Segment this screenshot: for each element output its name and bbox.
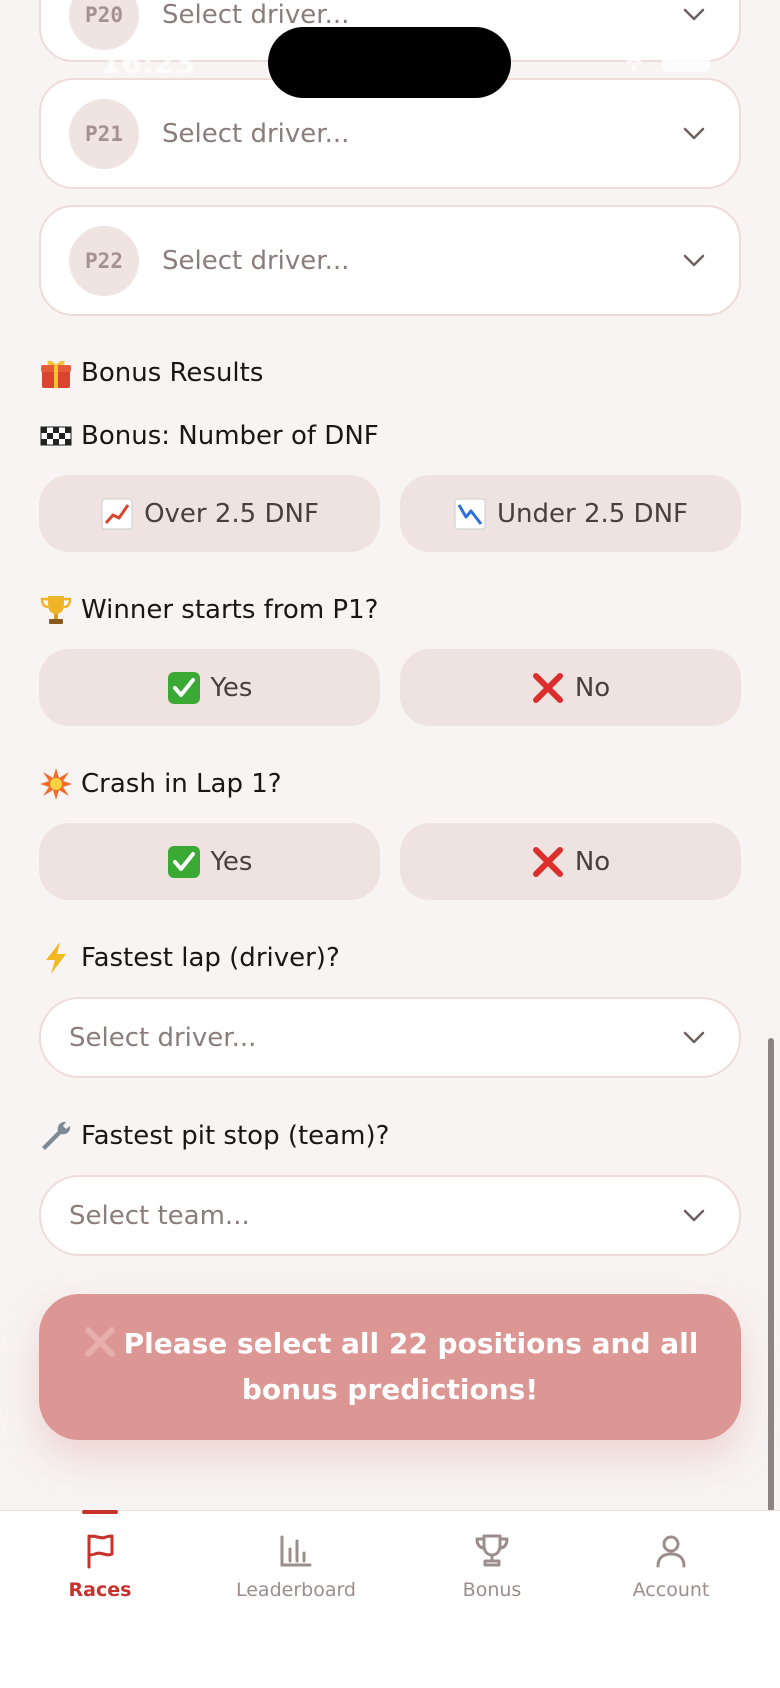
under-dnf-label: Under 2.5 DNF [496, 498, 688, 529]
winner-p1-yes-button[interactable]: Yes [39, 649, 380, 726]
position-row-p21[interactable]: P21 Select driver... [39, 78, 741, 189]
fastest-lap-driver-select[interactable]: Select driver... [39, 997, 741, 1078]
tab-bonus[interactable]: Bonus [412, 1531, 572, 1601]
checkered-flag-icon [39, 419, 73, 453]
fastest-lap-question: Fastest lap (driver)? [39, 941, 340, 975]
bonus-results-heading: Bonus Results [39, 356, 263, 390]
tab-label: Account [632, 1579, 710, 1601]
dnf-question-label: Bonus: Number of DNF [81, 421, 379, 451]
tab-label: Bonus [462, 1579, 522, 1601]
crash-lap1-question: Crash in Lap 1? [39, 767, 282, 801]
bonus-results-title: Bonus Results [81, 358, 264, 388]
fastest-pit-team-select[interactable]: Select team... [39, 1175, 741, 1256]
bar-chart-icon [280, 1535, 312, 1567]
person-icon [656, 1535, 686, 1568]
flag-icon [87, 1534, 114, 1569]
tab-bar: Races Leaderboard Bonus Account [0, 1510, 780, 1688]
yes-label: Yes [210, 846, 253, 877]
winner-p1-question: Winner starts from P1? [39, 593, 378, 627]
driver-select[interactable]: Select driver... [162, 119, 683, 149]
chart-increasing-icon [100, 497, 134, 531]
crash-lap1-no-button[interactable]: No [400, 823, 741, 900]
no-label: No [574, 846, 611, 877]
fastest-pit-question: Fastest pit stop (team)? [39, 1119, 389, 1153]
fastest-pit-label: Fastest pit stop (team)? [81, 1121, 390, 1151]
chevron-down-icon [683, 127, 705, 139]
position-badge: P20 [69, 0, 139, 50]
chevron-down-icon [683, 254, 705, 266]
check-mark-icon [167, 671, 201, 705]
trophy-emoji-icon [39, 593, 73, 627]
submit-predictions-button[interactable]: Please select all 22 positions and all b… [39, 1294, 741, 1440]
tab-label: Races [68, 1579, 132, 1601]
over-dnf-label: Over 2.5 DNF [144, 498, 319, 529]
chevron-down-icon [683, 1031, 705, 1043]
check-mark-icon [167, 845, 201, 879]
winner-p1-label: Winner starts from P1? [81, 595, 379, 625]
crash-lap1-yes-button[interactable]: Yes [39, 823, 380, 900]
under-dnf-button[interactable]: Under 2.5 DNF [400, 475, 741, 552]
tab-account[interactable]: Account [591, 1531, 751, 1601]
crash-lap1-label: Crash in Lap 1? [81, 769, 282, 799]
lightning-icon [39, 941, 73, 975]
position-badge: P22 [69, 225, 139, 296]
fastest-lap-label: Fastest lap (driver)? [81, 943, 340, 973]
position-row-p20[interactable]: P20 Select driver... [39, 0, 741, 62]
yes-label: Yes [210, 672, 253, 703]
submit-error-message: Please select all 22 positions and all b… [123, 1327, 699, 1406]
winner-p1-no-button[interactable]: No [400, 649, 741, 726]
cross-mark-icon [531, 671, 565, 705]
dnf-question: Bonus: Number of DNF [39, 419, 379, 453]
no-label: No [574, 672, 611, 703]
cross-mark-icon [531, 845, 565, 879]
chevron-down-icon [683, 1209, 705, 1221]
position-badge: P21 [69, 98, 139, 169]
driver-select[interactable]: Select driver... [162, 246, 683, 276]
chart-decreasing-icon [453, 497, 487, 531]
cross-mark-icon [84, 1327, 115, 1357]
race-prediction-screen: 16:23 P20 Select driver... P21 Select dr… [0, 0, 780, 1688]
scrollbar[interactable] [768, 1038, 774, 1562]
trophy-icon [475, 1534, 509, 1567]
gift-icon [39, 356, 73, 390]
collision-icon [39, 767, 73, 801]
tab-leaderboard[interactable]: Leaderboard [216, 1531, 376, 1601]
over-dnf-button[interactable]: Over 2.5 DNF [39, 475, 380, 552]
tab-races[interactable]: Races [20, 1531, 180, 1601]
driver-select[interactable]: Select driver... [162, 0, 683, 30]
tab-label: Leaderboard [235, 1579, 356, 1601]
active-tab-indicator [82, 1510, 118, 1514]
chevron-down-icon [683, 8, 705, 21]
fastest-lap-placeholder: Select driver... [69, 1022, 257, 1053]
wrench-icon [39, 1119, 73, 1153]
position-row-p22[interactable]: P22 Select driver... [39, 205, 741, 316]
fastest-pit-placeholder: Select team... [69, 1200, 250, 1231]
